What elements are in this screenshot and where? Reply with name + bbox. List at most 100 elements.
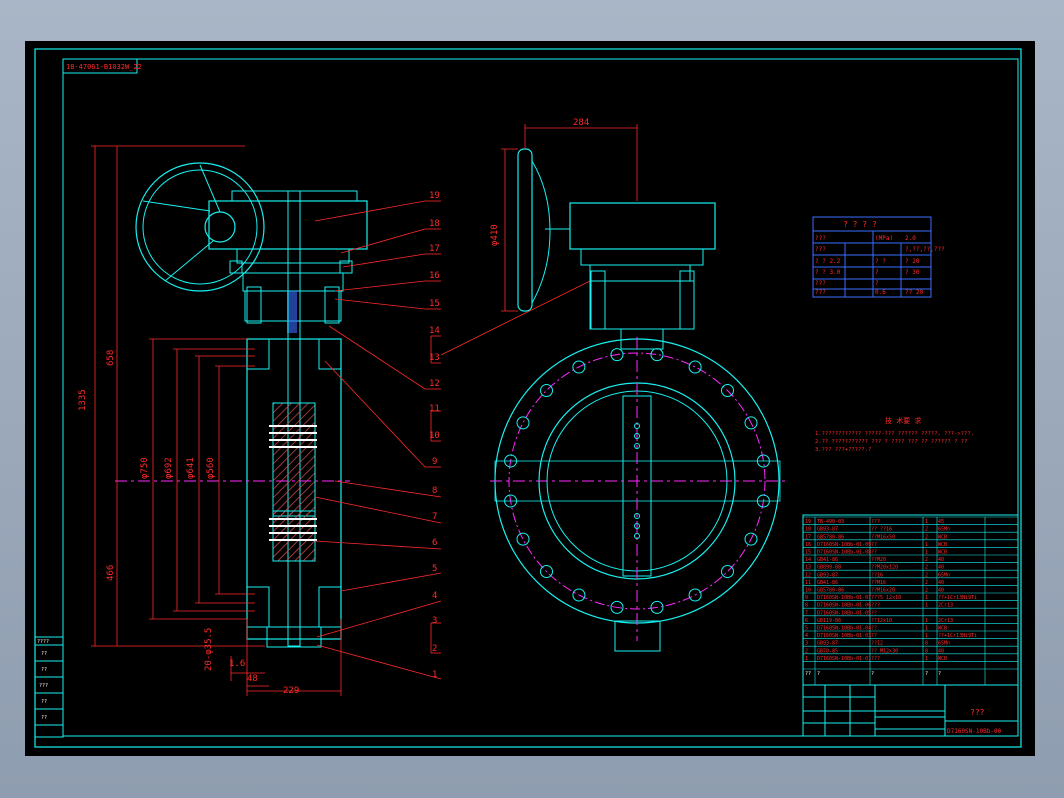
bom-cell: ??12x10	[871, 618, 892, 624]
bom-cell: 65Mn	[938, 641, 950, 647]
handwheel-rim-curve	[531, 160, 551, 304]
bom-cell: 2	[925, 527, 928, 533]
bom-cell: GB119-86	[817, 618, 841, 624]
bom-cell: GB41-86	[817, 580, 838, 586]
bom-cell: 5	[805, 626, 808, 632]
bom-cell: 1	[925, 633, 928, 639]
bom-cell: 1	[925, 550, 928, 556]
disc-upper	[272, 402, 316, 517]
bill-of-materials: 19 TB-490-03??? 1 4518 GB93-87?? ??16 2 65Mn17…	[802, 514, 1019, 686]
spec-cell: ? ? 3.0	[815, 269, 841, 276]
handwheel-inner	[142, 169, 258, 285]
bottom-cap	[266, 626, 322, 648]
bom-cell: 13	[805, 565, 811, 571]
bom-cell: ??	[871, 610, 877, 616]
bom-cell: ??	[871, 550, 877, 556]
spec-cell: ???	[815, 235, 826, 242]
spec-table: ? ? ? ? ??? (MPa) 2.0????,??,??,??? ? ? 2.2…	[812, 216, 945, 298]
notes-title: 技 术要 求	[885, 416, 921, 425]
bom-cell: ??16	[871, 572, 883, 578]
gearbox-cover	[231, 190, 358, 202]
revision-label-2: ??	[41, 667, 47, 673]
bom-cell: ??M20	[871, 557, 886, 563]
bom-cell: 1	[925, 603, 928, 609]
bom-cell: GB70-85	[817, 648, 838, 654]
dim-phi692: φ692	[164, 457, 174, 479]
spec-cell: (MPa)	[875, 235, 893, 242]
bom-cell: ?? ??16	[871, 527, 892, 533]
bom-cell: 1	[925, 519, 928, 525]
cad-viewport[interactable]: 18-47061-B1032W_22 ???? ?? ?? ??? ?? ??	[25, 41, 1035, 756]
bom-cell: GB899-88	[817, 565, 841, 571]
bom-cell: 8	[805, 603, 808, 609]
bom-cell: 9	[805, 595, 808, 601]
dim-1-6: 1.6	[229, 659, 245, 669]
bom-cell: ???5 12x10	[871, 595, 901, 601]
bom-cell: 7	[805, 610, 808, 616]
balloon-6: 6	[432, 538, 437, 548]
bom-cell: 6	[805, 618, 808, 624]
bom-cell: 1	[925, 656, 928, 662]
revision-label-1: ??	[41, 651, 47, 657]
balloon-4: 4	[432, 591, 437, 601]
bom-cell: WCB	[938, 534, 947, 540]
bom-cell: 65Mn	[938, 527, 950, 533]
bom-cell: GB5780-86	[817, 534, 844, 540]
handwheel-side	[517, 148, 533, 312]
bom-cell: 11	[805, 580, 811, 586]
dim-20-phi35: 20-φ35.5	[204, 628, 214, 671]
bom-cell: 1	[925, 542, 928, 548]
handwheel-outer	[135, 162, 265, 292]
bom-cell: D7160SN-10Bb-01-09	[817, 542, 871, 548]
gearbox-front-base	[580, 248, 704, 266]
bom-cell: 16	[805, 542, 811, 548]
cad-drawing-canvas: 18-47061-B1032W_22 ???? ?? ?? ??? ?? ??	[34, 48, 1022, 748]
bom-cell: 15	[805, 550, 811, 556]
bom-cell: 2	[925, 557, 928, 563]
bom-cell: D7160SN-10Bb-01-06	[817, 603, 871, 609]
title-block: ??? D7160SN-10Bb-00	[802, 684, 1019, 737]
bom-header-cell: ?	[817, 671, 820, 677]
bom-cell: 17	[805, 534, 811, 540]
balloon-labels: 19 18 17 16 15 14 13 12 11 10 9 8 7 6 5 …	[429, 191, 440, 680]
bom-cell: 2	[925, 588, 928, 594]
bom-cell: ??	[871, 626, 877, 632]
balloon-3: 3	[432, 616, 437, 626]
body-flange-tl	[246, 338, 270, 370]
revision-label-0: ????	[37, 639, 49, 645]
balloon-17: 17	[429, 244, 440, 254]
revision-label-4: ??	[41, 699, 47, 705]
bom-cell: ??12	[871, 641, 883, 647]
balloon-13: 13	[429, 353, 440, 363]
dim-466: 466	[106, 565, 116, 581]
bom-cell: ??M16	[871, 580, 886, 586]
balloon-1: 1	[432, 670, 437, 680]
bom-cell: ???	[871, 656, 880, 662]
section-view: 1335 658 466 φ750 φ692 φ641 φ560 20-φ35.…	[78, 145, 591, 696]
spec-cell: ?,??,??,???	[905, 246, 945, 253]
bracket-front-bolt-left	[590, 270, 606, 330]
balloon-8: 8	[432, 486, 437, 496]
bom-cell: GB93-87	[817, 572, 838, 578]
balloon-16: 16	[429, 271, 440, 281]
balloon-19: 19	[429, 191, 440, 201]
bom-cell: WCB	[938, 626, 947, 632]
front-dimension-lines	[501, 124, 638, 312]
bom-cell: D7160SN-10Bb-01-08	[817, 550, 871, 556]
bom-cell: GB93-87	[817, 641, 838, 647]
bom-cell: TB-490-03	[817, 519, 844, 525]
spec-cell: 0.6	[875, 289, 886, 296]
bom-cell: 4	[805, 633, 808, 639]
bom-cell: 18	[805, 527, 811, 533]
dim-1335: 1335	[78, 389, 88, 411]
bolt-hole	[516, 416, 530, 430]
spec-cell: ?? 20	[905, 289, 923, 296]
bom-cell: 14	[805, 557, 811, 563]
spec-cell: ? ? 2.2	[815, 258, 841, 265]
dim-229: 229	[283, 686, 299, 696]
bom-cell: 1	[805, 656, 808, 662]
bolt-hole	[650, 348, 664, 362]
bom-cell: 2Cr13	[938, 603, 953, 609]
bom-cell: 8	[925, 648, 928, 654]
bom-cell: 2	[925, 580, 928, 586]
